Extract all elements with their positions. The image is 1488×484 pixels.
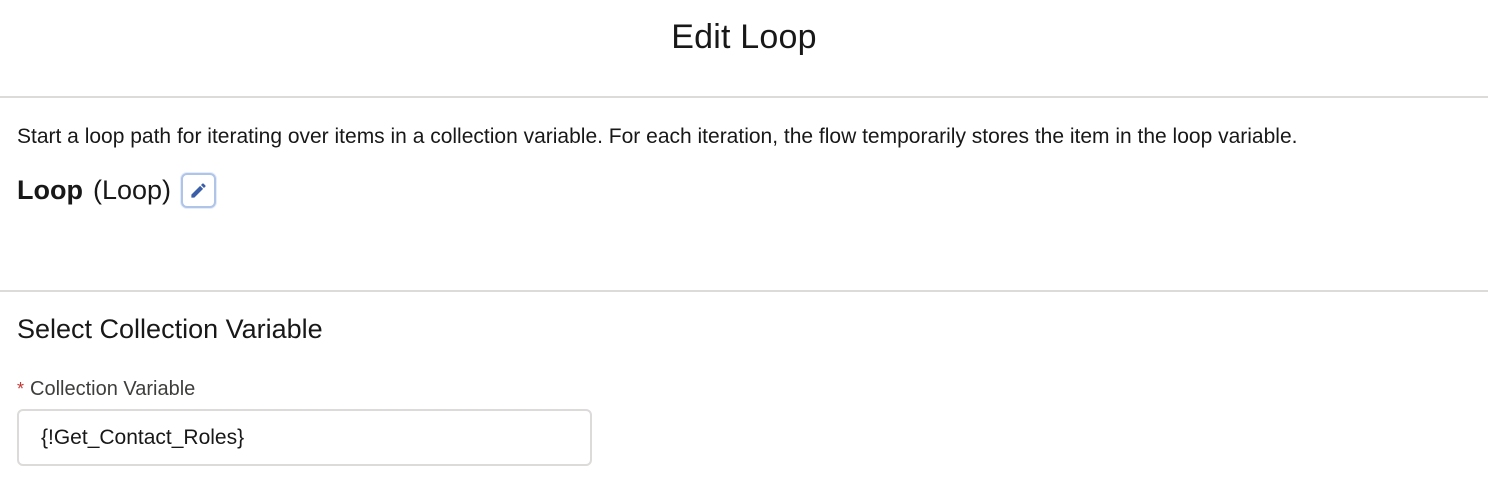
- element-info-section: Start a loop path for iterating over ite…: [0, 98, 1488, 292]
- section-title: Select Collection Variable: [17, 314, 323, 344]
- modal-header: Edit Loop: [0, 0, 1488, 98]
- collection-section: Select Collection Variable * Collection …: [0, 292, 1488, 466]
- collection-variable-label: * Collection Variable: [17, 378, 1471, 401]
- page-title: Edit Loop: [671, 17, 817, 56]
- pencil-icon: [191, 183, 206, 198]
- element-api-name: (Loop): [92, 175, 172, 205]
- required-marker: *: [17, 379, 25, 399]
- collection-variable-label-text: Collection Variable: [30, 378, 196, 400]
- edit-element-button[interactable]: [181, 173, 217, 208]
- element-name-row: Loop (Loop): [17, 173, 1471, 208]
- element-description: Start a loop path for iterating over ite…: [17, 125, 1298, 148]
- element-label: Loop: [17, 175, 83, 205]
- collection-variable-input[interactable]: [17, 409, 592, 466]
